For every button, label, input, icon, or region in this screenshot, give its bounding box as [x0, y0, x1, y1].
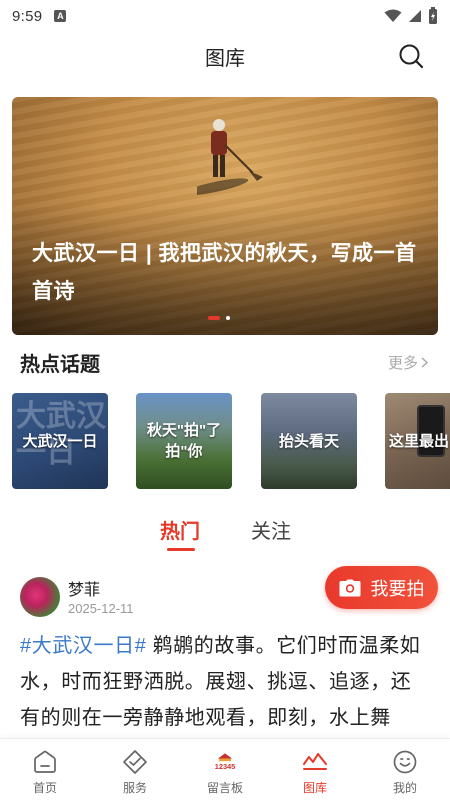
nav-label: 服务 [122, 781, 147, 795]
notification-icon: A [54, 10, 67, 22]
status-bar: 9:59 A [0, 0, 450, 32]
tab-active-indicator [167, 548, 195, 551]
nav-label: 留言板 [206, 781, 243, 795]
post-date: 2025-12-11 [68, 601, 134, 616]
signal-icon [409, 10, 421, 22]
service-icon [123, 750, 147, 774]
topic-label: 抬头看天 [278, 432, 339, 450]
post-body[interactable]: #大武汉一日# 鹈鹕的故事。它们时而温柔如水，时而狂野洒脱。展翅、挑逗、追逐，还… [20, 628, 430, 738]
feed-tabs: 热门 关注 [0, 515, 450, 555]
app-header: 图库 [0, 36, 450, 76]
nav-item-service[interactable]: 服务 [90, 749, 180, 796]
more-label: 更多 [387, 355, 418, 372]
message-board-icon: 12345 [215, 753, 235, 771]
shoot-button[interactable]: 我要拍 [325, 566, 438, 609]
post-hashtag[interactable]: #大武汉一日# [20, 635, 146, 657]
page-title: 图库 [205, 47, 245, 70]
post-author[interactable]: 梦菲 [68, 576, 100, 600]
topic-card[interactable]: 这里最出 [385, 393, 450, 489]
topic-label: 秋天"拍"了 拍"你 [146, 422, 222, 460]
topics-row: 大武汉 一日 大武汉一日 秋天"拍"了 拍"你 抬头看天 这里最出 [12, 393, 450, 489]
topic-card[interactable]: 秋天"拍"了 拍"你 [136, 393, 232, 489]
topic-card[interactable]: 抬头看天 [261, 393, 357, 489]
topic-label: 大武汉一日 [22, 432, 98, 450]
bottom-nav: 首页 服务 12345 留言板 图库 我的 [0, 738, 450, 800]
home-icon [34, 750, 56, 773]
profile-icon [393, 750, 417, 774]
shoot-label: 我要拍 [370, 578, 425, 599]
camera-icon [339, 579, 360, 596]
topic-label: 这里最出 [389, 432, 450, 450]
nav-label: 图库 [302, 781, 327, 795]
status-indicators [384, 7, 438, 25]
carousel-dot[interactable] [226, 316, 230, 320]
message-board-badge: 12345 [215, 762, 235, 771]
more-link[interactable]: 更多 [388, 352, 428, 373]
status-time: 9:59 [12, 7, 43, 25]
battery-icon [429, 7, 437, 24]
banner-carousel[interactable]: 大武汉一日 | 我把武汉的秋天，写成一首首诗 [12, 97, 438, 335]
nav-item-gallery[interactable]: 图库 [270, 749, 360, 796]
tab-follow[interactable]: 关注 [251, 515, 291, 544]
section-title-hot-topics: 热点话题 [20, 354, 100, 376]
nav-label: 首页 [32, 781, 57, 795]
banner-photo-figure [197, 119, 263, 195]
banner-caption[interactable]: 大武汉一日 | 我把武汉的秋天，写成一首首诗 [32, 235, 422, 311]
topic-card[interactable]: 大武汉 一日 大武汉一日 [12, 393, 108, 489]
search-icon[interactable] [398, 43, 424, 69]
nav-item-message-board[interactable]: 12345 留言板 [180, 749, 270, 796]
nav-label: 我的 [392, 781, 417, 795]
carousel-dot-active[interactable] [208, 316, 220, 320]
tab-hot[interactable]: 热门 [160, 515, 200, 544]
nav-item-home[interactable]: 首页 [0, 749, 90, 796]
avatar[interactable] [20, 577, 60, 617]
wifi-icon [384, 9, 402, 22]
gallery-icon [303, 753, 327, 770]
chevron-right-icon [421, 357, 428, 368]
nav-item-profile[interactable]: 我的 [360, 749, 450, 796]
